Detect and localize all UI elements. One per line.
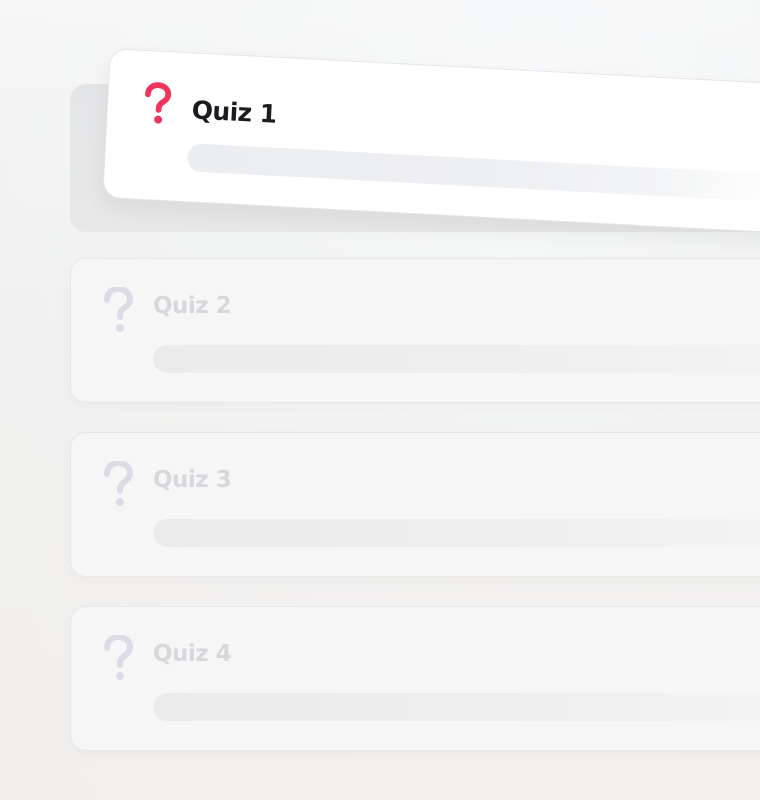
quiz-progress-placeholder	[153, 693, 760, 721]
quiz-progress-placeholder	[153, 345, 760, 373]
quiz-title: Quiz 2	[153, 293, 232, 319]
quiz-progress-placeholder	[186, 143, 760, 203]
question-mark-icon	[104, 635, 134, 680]
quiz-title: Quiz 4	[153, 641, 232, 667]
question-mark-icon	[104, 461, 134, 506]
question-mark-icon	[145, 82, 172, 124]
quiz-progress-placeholder	[153, 519, 760, 547]
quiz-title: Quiz 3	[153, 467, 232, 493]
quiz-card-2[interactable]: Quiz 2	[70, 258, 760, 403]
quiz-card-3[interactable]: Quiz 3	[70, 432, 760, 577]
quiz-title: Quiz 1	[191, 95, 278, 129]
quiz-card-4[interactable]: Quiz 4	[70, 606, 760, 751]
question-mark-icon	[104, 287, 134, 332]
